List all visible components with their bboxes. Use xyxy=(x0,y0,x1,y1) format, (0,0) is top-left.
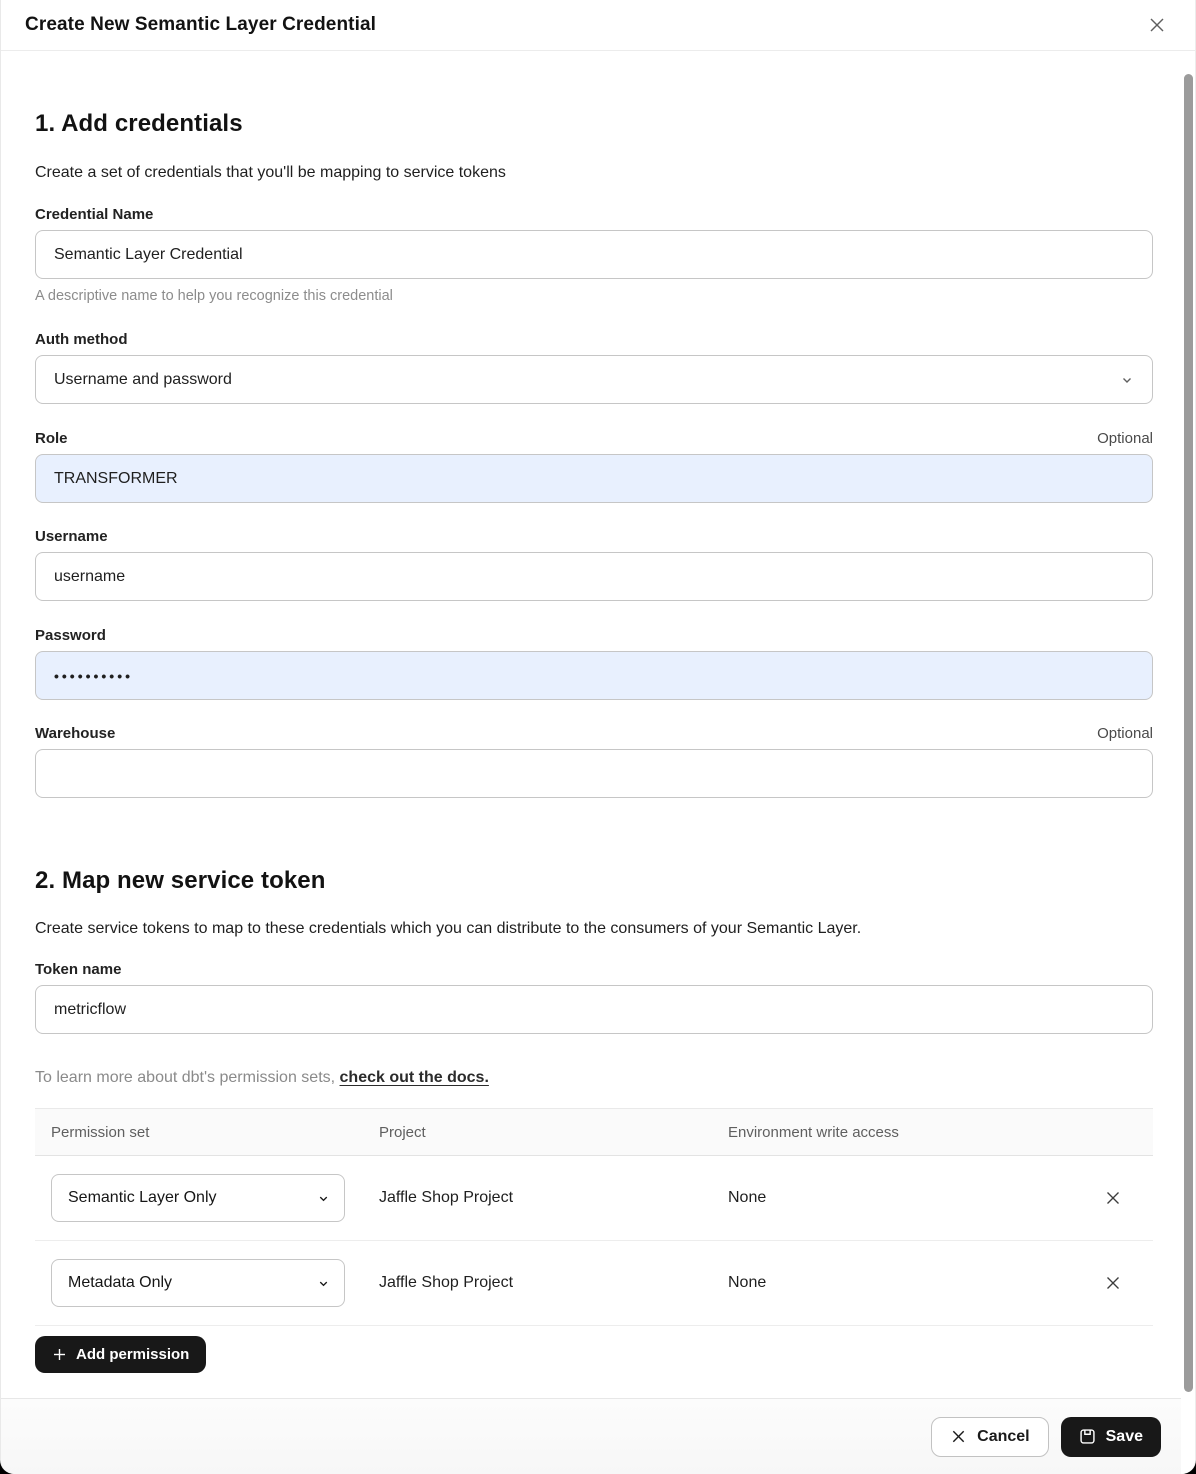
modal-body: 1. Add credentials Create a set of crede… xyxy=(1,51,1195,1398)
column-header-env-write-access: Environment write access xyxy=(728,1124,1089,1141)
password-label: Password xyxy=(35,627,106,644)
chevron-down-icon xyxy=(1120,373,1134,387)
token-name-label: Token name xyxy=(35,961,121,978)
credential-name-helper: A descriptive name to help you recognize… xyxy=(35,288,1153,304)
project-cell: Jaffle Shop Project xyxy=(379,1274,728,1292)
credential-name-input[interactable] xyxy=(35,230,1153,279)
cancel-label: Cancel xyxy=(977,1428,1029,1446)
permissions-table: Permission set Project Environment write… xyxy=(35,1108,1153,1326)
username-label: Username xyxy=(35,528,108,545)
section2-description: Create service tokens to map to these cr… xyxy=(35,920,1153,938)
x-mark-icon xyxy=(1104,1274,1122,1292)
warehouse-label: Warehouse xyxy=(35,725,115,742)
close-button[interactable] xyxy=(1143,11,1171,39)
table-row: Metadata Only Jaffle Shop Project None xyxy=(35,1241,1153,1326)
section1-heading: 1. Add credentials xyxy=(35,110,1153,138)
auth-method-value: Username and password xyxy=(54,371,232,389)
permission-docs-note: To learn more about dbt's permission set… xyxy=(35,1069,1153,1087)
username-input[interactable] xyxy=(35,552,1153,601)
permissions-table-header: Permission set Project Environment write… xyxy=(35,1108,1153,1156)
add-permission-button[interactable]: Add permission xyxy=(35,1336,206,1373)
chevron-down-icon xyxy=(317,1192,330,1205)
env-write-access-cell: None xyxy=(728,1189,1089,1207)
scrollbar xyxy=(1181,52,1195,1474)
modal-footer: Cancel Save xyxy=(1,1398,1195,1474)
save-button[interactable]: Save xyxy=(1061,1417,1161,1457)
scrollbar-thumb[interactable] xyxy=(1184,74,1193,1392)
remove-permission-button[interactable] xyxy=(1097,1182,1129,1214)
password-input[interactable] xyxy=(35,651,1153,700)
token-name-input[interactable] xyxy=(35,985,1153,1034)
x-mark-icon xyxy=(950,1428,967,1445)
remove-permission-button[interactable] xyxy=(1097,1267,1129,1299)
role-label: Role xyxy=(35,430,68,447)
floppy-disk-icon xyxy=(1079,1428,1096,1445)
column-header-project: Project xyxy=(379,1124,728,1141)
plus-icon xyxy=(52,1347,67,1362)
chevron-down-icon xyxy=(317,1277,330,1290)
warehouse-input[interactable] xyxy=(35,749,1153,798)
section1-description: Create a set of credentials that you'll … xyxy=(35,164,1153,182)
role-input[interactable] xyxy=(35,454,1153,503)
table-row: Semantic Layer Only Jaffle Shop Project … xyxy=(35,1156,1153,1241)
credential-name-label: Credential Name xyxy=(35,206,153,223)
role-optional-tag: Optional xyxy=(1097,430,1153,447)
docs-note-prefix: To learn more about dbt's permission set… xyxy=(35,1069,340,1086)
permission-set-select[interactable]: Semantic Layer Only xyxy=(51,1174,345,1222)
cancel-button[interactable]: Cancel xyxy=(931,1417,1048,1457)
docs-link[interactable]: check out the docs. xyxy=(340,1069,489,1086)
add-permission-label: Add permission xyxy=(76,1346,189,1363)
warehouse-optional-tag: Optional xyxy=(1097,725,1153,742)
close-icon xyxy=(1147,15,1167,35)
env-write-access-cell: None xyxy=(728,1274,1089,1292)
modal-header: Create New Semantic Layer Credential xyxy=(1,0,1195,51)
x-mark-icon xyxy=(1104,1189,1122,1207)
create-credential-modal: Create New Semantic Layer Credential 1. … xyxy=(0,0,1196,1474)
save-label: Save xyxy=(1106,1428,1143,1446)
column-header-permission-set: Permission set xyxy=(51,1124,379,1141)
auth-method-label: Auth method xyxy=(35,331,127,348)
permission-set-value: Metadata Only xyxy=(68,1274,172,1292)
auth-method-select[interactable]: Username and password xyxy=(35,355,1153,404)
modal-title: Create New Semantic Layer Credential xyxy=(25,14,376,36)
permission-set-select[interactable]: Metadata Only xyxy=(51,1259,345,1307)
permission-set-value: Semantic Layer Only xyxy=(68,1189,217,1207)
project-cell: Jaffle Shop Project xyxy=(379,1189,728,1207)
section2-heading: 2. Map new service token xyxy=(35,867,1153,895)
